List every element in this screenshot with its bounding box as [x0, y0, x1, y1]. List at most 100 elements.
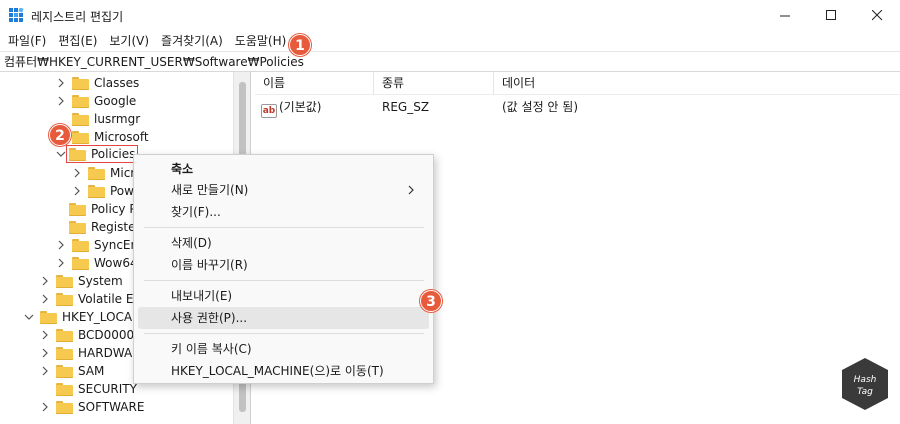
chevron-right-icon[interactable]	[40, 276, 50, 286]
tree-item-classes[interactable]: Classes	[56, 74, 139, 92]
minimize-icon	[779, 15, 790, 17]
folder-open-icon	[69, 147, 86, 161]
menu-item-rename[interactable]: 이름 바꾸기(R)	[138, 254, 429, 276]
tree-item-hardware[interactable]: HARDWAR	[40, 344, 141, 362]
string-value-icon: ab	[261, 104, 277, 118]
tree-item-volatile[interactable]: Volatile En	[40, 290, 141, 308]
column-header-name[interactable]: 이름	[255, 72, 374, 94]
menu-item-delete[interactable]: 삭제(D)	[138, 232, 429, 254]
window-title: 레지스트리 편집기	[31, 10, 124, 24]
tree-item-sam[interactable]: SAM	[40, 362, 104, 380]
selected-key-highlight: Policies	[66, 145, 139, 163]
folder-icon	[56, 400, 73, 414]
tree-label: Volatile En	[78, 292, 142, 306]
folder-icon	[56, 274, 73, 288]
chevron-right-icon[interactable]	[72, 186, 82, 196]
chevron-right-icon[interactable]	[72, 168, 82, 178]
menu-item-permissions[interactable]: 사용 권한(P)...	[138, 307, 429, 329]
tree-item-register[interactable]: Register	[69, 218, 140, 236]
tree-item-google[interactable]: Google	[56, 92, 136, 110]
folder-icon	[72, 256, 89, 270]
column-header-data[interactable]: 데이터	[494, 72, 784, 94]
chevron-down-icon[interactable]	[56, 149, 66, 159]
header-divider	[255, 94, 900, 95]
chevron-right-icon[interactable]	[56, 258, 66, 268]
tree-label: SOFTWARE	[78, 400, 145, 414]
folder-icon	[72, 94, 89, 108]
menu-separator	[144, 227, 424, 228]
chevron-right-icon[interactable]	[56, 240, 66, 250]
menu-item-label: 새로 만들기(N)	[171, 183, 249, 197]
chevron-right-icon[interactable]	[40, 366, 50, 376]
tree-label: Classes	[94, 76, 140, 90]
tree-label: HARDWAR	[78, 346, 141, 360]
folder-icon	[69, 220, 86, 234]
folder-icon	[72, 76, 89, 90]
value-row-type[interactable]: REG_SZ	[382, 98, 429, 116]
tree-item-hklm[interactable]: HKEY_LOCAL_	[24, 308, 145, 326]
tree-label: System	[78, 274, 123, 288]
chevron-right-icon[interactable]	[56, 78, 66, 88]
tree-item-lusrmgr[interactable]: lusrmgr	[72, 110, 140, 128]
tree-item-power[interactable]: Powe	[72, 182, 141, 200]
folder-icon	[56, 328, 73, 342]
folder-icon	[88, 184, 105, 198]
folder-icon	[56, 364, 73, 378]
tree-item-micro[interactable]: Micro	[72, 164, 142, 182]
folder-icon	[88, 166, 105, 180]
chevron-down-icon[interactable]	[24, 312, 34, 322]
tree-item-policies[interactable]: Policies	[56, 145, 139, 163]
step-badge-1: 1	[289, 34, 311, 56]
context-menu: 축소 새로 만들기(N) 찾기(F)... 삭제(D) 이름 바꾸기(R) 내보…	[133, 154, 434, 384]
maximize-icon	[825, 10, 836, 20]
maximize-button[interactable]	[808, 0, 854, 31]
hashtag-watermark-logo: Hash Tag	[842, 358, 888, 410]
tree-item-wow64[interactable]: Wow64	[56, 254, 138, 272]
tree-item-software[interactable]: SOFTWARE	[40, 398, 144, 416]
close-icon	[871, 10, 882, 21]
folder-icon	[56, 346, 73, 360]
menu-favorites[interactable]: 즐겨찾기(A)	[155, 31, 229, 51]
chevron-right-icon[interactable]	[56, 96, 66, 106]
menu-item-find[interactable]: 찾기(F)...	[138, 201, 429, 223]
chevron-right-icon[interactable]	[40, 330, 50, 340]
folder-icon	[69, 202, 86, 216]
menu-item-goto-hklm[interactable]: HKEY_LOCAL_MACHINE(으)로 이동(T)	[138, 360, 429, 382]
address-bar[interactable]: 컴퓨터₩HKEY_CURRENT_USER₩Software₩Policies	[0, 51, 900, 72]
svg-text:Hash: Hash	[854, 375, 877, 385]
menu-bar: 파일(F) 편집(E) 보기(V) 즐겨찾기(A) 도움말(H)	[0, 31, 900, 51]
menu-item-copy-key-name[interactable]: 키 이름 복사(C)	[138, 338, 429, 360]
column-header-type[interactable]: 종류	[374, 72, 494, 94]
title-bar: 레지스트리 편집기	[0, 0, 900, 31]
menu-separator	[144, 333, 424, 334]
menu-item-export[interactable]: 내보내기(E)	[138, 285, 429, 307]
menu-help[interactable]: 도움말(H)	[229, 31, 293, 51]
menu-file[interactable]: 파일(F)	[2, 31, 52, 51]
folder-icon	[72, 112, 89, 126]
chevron-right-icon[interactable]	[40, 294, 50, 304]
close-button[interactable]	[854, 0, 900, 31]
value-row-data[interactable]: (값 설정 안 됨)	[502, 98, 578, 116]
tree-item-system[interactable]: System	[40, 272, 123, 290]
menu-separator	[144, 280, 424, 281]
tree-item-policy-p[interactable]: Policy P	[69, 200, 137, 218]
tree-label: Microsoft	[94, 130, 149, 144]
minimize-button[interactable]	[762, 0, 808, 31]
menu-item-collapse[interactable]: 축소	[138, 158, 429, 180]
folder-icon	[40, 310, 57, 324]
tree-label: Policy P	[91, 202, 137, 216]
step-badge-3: 3	[420, 290, 442, 312]
menu-view[interactable]: 보기(V)	[103, 31, 155, 51]
tree-label: lusrmgr	[94, 112, 141, 126]
svg-text:Tag: Tag	[857, 387, 873, 397]
chevron-right-icon[interactable]	[40, 348, 50, 358]
value-row-name[interactable]: ab (기본값)	[261, 98, 321, 118]
chevron-right-icon[interactable]	[40, 402, 50, 412]
folder-icon	[72, 130, 89, 144]
folder-icon	[56, 382, 73, 396]
tree-item-bcd[interactable]: BCD00000	[40, 326, 142, 344]
tree-item-security[interactable]: SECURITY	[56, 380, 137, 398]
menu-edit[interactable]: 편집(E)	[52, 31, 103, 51]
chevron-right-icon	[408, 185, 414, 195]
menu-item-new[interactable]: 새로 만들기(N)	[138, 179, 429, 201]
